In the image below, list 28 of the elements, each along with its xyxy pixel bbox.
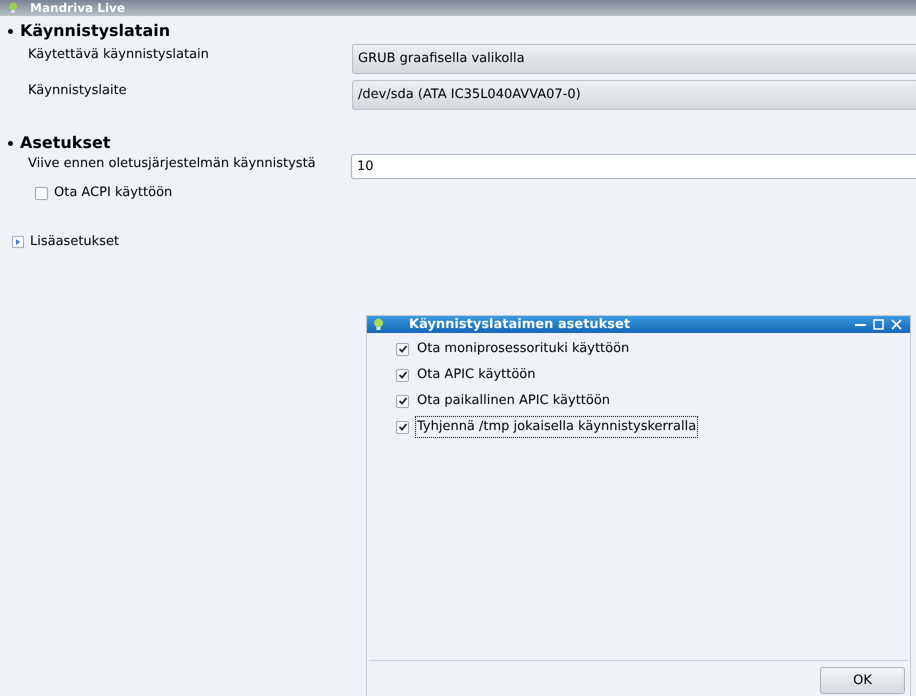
checkbox-label[interactable]: Ota APIC käyttöön (415, 364, 538, 386)
field-label: Viive ennen oletusjärjestelmän käynnistystä (27, 155, 317, 173)
bullet-icon (8, 28, 13, 34)
section-heading: Käynnistyslatain (20, 20, 170, 42)
checkbox[interactable] (396, 420, 409, 434)
dropdown[interactable]: GRUB graafisella valikolla (352, 44, 916, 74)
section-heading: Asetukset (20, 132, 110, 154)
maximize-icon[interactable] (873, 319, 884, 330)
ok-button[interactable]: OK (820, 667, 905, 694)
window-title: Mandriva Live (30, 2, 126, 14)
bullet-icon (8, 140, 13, 146)
checkbox[interactable] (396, 342, 409, 356)
checkbox-label[interactable]: Tyhjennä /tmp jokaisella käynnistyskerralla (415, 416, 698, 438)
checkbox-label[interactable]: Ota paikallinen APIC käyttöön (415, 390, 612, 412)
field-label: Käytettävä käynnistyslatain (27, 46, 210, 64)
checkbox-label[interactable]: Ota moniprosessorituki käyttöön (415, 338, 632, 360)
checkbox[interactable] (396, 394, 409, 408)
dropdown[interactable]: /dev/sda (ATA IC35L040AVVA07-0) (352, 80, 916, 110)
bulb-icon (373, 318, 384, 331)
expander-label[interactable]: Lisäasetukset (30, 232, 120, 252)
input-field[interactable]: 10 (351, 154, 916, 179)
dialog-title: Käynnistyslataimen asetukset (409, 318, 630, 331)
checkbox[interactable] (35, 186, 48, 200)
bulb-icon (8, 2, 18, 14)
checkbox-label: Ota ACPI käyttöön (54, 184, 172, 202)
checkbox[interactable] (396, 368, 409, 382)
field-label: Käynnistyslaite (27, 82, 128, 100)
close-icon[interactable] (891, 319, 902, 330)
